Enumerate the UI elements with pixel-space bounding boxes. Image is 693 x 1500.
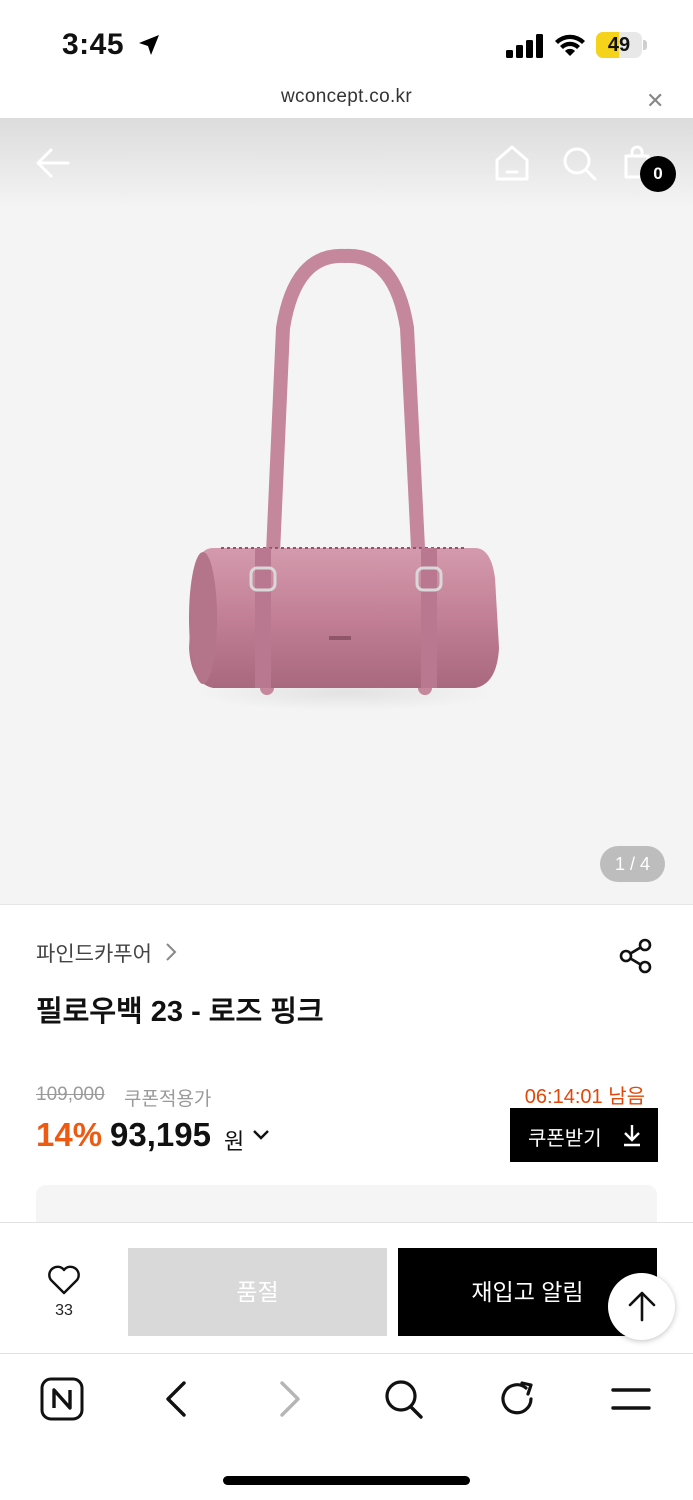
status-bar: 3:45 49 [0,0,693,84]
chevron-right-icon[interactable] [164,942,178,962]
discount-rate: 14% [36,1116,103,1153]
currency-label: 원 [224,1129,245,1154]
chevron-down-icon[interactable] [252,1128,270,1142]
coupon-timer: 06:14:01 남음 [524,1086,645,1108]
product-image[interactable] [175,248,515,718]
cart-count-badge[interactable]: 0 [640,156,676,192]
status-time: 3:45 [62,28,125,61]
url-text[interactable]: wconcept.co.kr [0,86,693,108]
location-arrow-icon [139,35,159,55]
search-icon[interactable] [384,1377,424,1421]
reload-icon[interactable] [498,1377,538,1421]
search-icon[interactable] [562,146,598,182]
home-icon[interactable] [494,144,530,182]
share-icon[interactable] [618,938,654,974]
scroll-to-top-button[interactable] [608,1273,675,1340]
browser-url-bar[interactable]: wconcept.co.kr ✕ [0,84,693,118]
battery-level: 49 [607,34,631,56]
forward-chevron-icon[interactable] [276,1377,304,1421]
coupon-applied-label: 쿠폰적용가 [124,1089,212,1110]
sale-price: 93,195 [110,1116,211,1153]
brand-link[interactable]: 파인드카푸어 [36,938,152,968]
like-count: 33 [55,1302,73,1319]
product-image-gallery[interactable]: 0 1 / 4 [0,118,693,904]
purchase-action-bar: 33 품절 재입고 알림 [0,1222,693,1354]
soldout-button[interactable]: 품절 [128,1248,387,1336]
coupon-button-label: 쿠폰받기 [528,1128,602,1150]
naver-n-icon[interactable] [40,1377,84,1421]
cellular-signal-icon [506,34,543,58]
original-price: 109,000 [36,1084,105,1105]
battery-icon: 49 [596,32,648,58]
wifi-icon [555,34,585,56]
like-button[interactable]: 33 [44,1265,84,1320]
heart-icon [48,1265,80,1295]
arrow-up-icon [628,1291,656,1322]
product-title: 필로우백 23 - 로즈 핑크 [36,996,324,1028]
back-arrow-icon[interactable] [34,144,72,182]
close-icon[interactable]: ✕ [646,88,664,114]
back-chevron-icon[interactable] [162,1377,190,1421]
home-indicator [223,1476,470,1485]
divider [0,904,693,905]
coupon-download-button[interactable]: 쿠폰받기 [510,1108,658,1162]
gallery-counter: 1 / 4 [600,846,665,882]
menu-icon[interactable] [610,1377,652,1421]
download-icon [624,1125,640,1147]
